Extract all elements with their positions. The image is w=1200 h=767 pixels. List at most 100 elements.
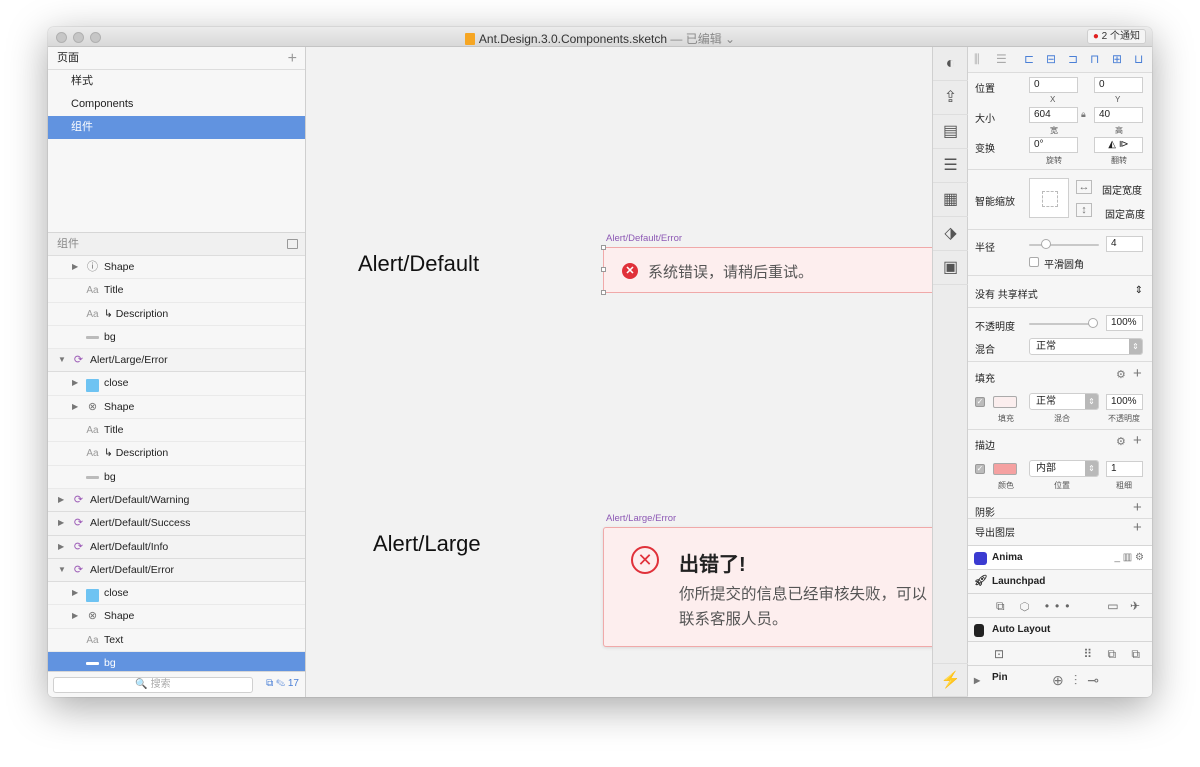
disclosure-closed-icon[interactable]: ▶ [72,588,78,597]
auto-layout-tools[interactable]: ⊡ ⠿ ⧉ ⧉ [968,641,1152,665]
layer-row[interactable]: Aa ↳ Description [48,442,305,466]
disclosure-open-icon[interactable]: ▼ [58,355,66,364]
layer-row[interactable]: bg [48,466,305,489]
launchpad-extra-icons[interactable]: ▭ ✈ [1107,594,1144,618]
align-top-icon[interactable]: ⊓ [1090,52,1099,66]
add-border-icon[interactable]: + [1133,432,1142,449]
pin-controls-icon[interactable]: ⊕⫶⊸ [1052,668,1109,692]
canvas[interactable]: Alert/Default Alert/Large Alert/Default/… [306,47,932,697]
layer-row[interactable]: Aa ↳ Description [48,303,305,326]
layer-row[interactable]: bg [48,326,305,350]
fill-opacity-input[interactable]: 100% [1106,394,1143,410]
border-width-input[interactable]: 1 [1106,461,1143,477]
add-export-icon[interactable]: + [1133,519,1142,536]
disclosure-closed-icon[interactable]: ▶ [58,518,64,527]
radius-slider[interactable] [1029,244,1099,246]
fill-settings-icon[interactable]: ⚙ [1116,368,1126,381]
layer-row[interactable]: Aa Title [48,419,305,443]
height-input[interactable]: 40 [1094,107,1143,123]
symbol-label-default-error[interactable]: Alert/Default/Error [606,233,682,244]
layer-group-row[interactable]: ▶ ⟳ Alert/Default/Info [48,535,305,559]
layer-row[interactable]: ▶ ⊗ Shape [48,605,305,629]
add-image-icon[interactable]: ▣ [933,251,968,285]
disclosure-closed-icon[interactable]: ▶ [72,262,78,271]
page-item[interactable]: Components [48,93,305,116]
resizing-control[interactable] [1029,178,1069,218]
layer-group-row[interactable]: ▶ ⟳ Alert/Default/Warning [48,488,305,513]
layer-row[interactable]: ▶ close [48,372,305,396]
fix-height-icon[interactable]: ↕ [1076,203,1092,217]
opacity-slider-knob[interactable] [1088,318,1098,328]
disclosure-closed-icon[interactable]: ▶ [58,495,64,504]
edited-status[interactable]: — 已编辑 ⌄ [670,32,735,46]
align-right-icon[interactable]: ⊐ [1068,52,1078,66]
collapse-all-icon[interactable] [287,239,298,249]
position-y-input[interactable]: 0 [1094,77,1143,93]
launchpad-tools[interactable]: ⧉ ⬡ ••• ▭ ✈ [968,593,1152,617]
alert-default-error[interactable]: ✕ 系统错误，请稍后重试。 [603,247,932,293]
selection-handle-ml[interactable] [601,267,606,272]
add-shadow-icon[interactable]: + [1133,499,1142,516]
layer-group-row[interactable]: ▶ ⟳ Alert/Default/Success [48,512,305,536]
lightning-icon[interactable]: ⚡ [933,663,968,697]
grid-icon[interactable]: ▦ [933,183,968,217]
page-item[interactable]: 组件 [48,116,305,139]
shared-style-select[interactable]: 没有 共享样式 ⇕ [975,285,1145,301]
align-left-icon[interactable]: ⊏ [1024,52,1034,66]
rotate-input[interactable]: 0° [1029,137,1078,153]
disclosure-closed-icon[interactable]: ▶ [72,378,78,387]
edit-shape-icon[interactable]: ⬗ [933,217,968,251]
lock-icon[interactable]: 🔒︎ [1081,109,1086,120]
page-item[interactable]: 样式 [48,70,305,93]
notifications-badge[interactable]: ● 2 个通知 [1086,29,1146,44]
align-middle-icon[interactable]: ⊞ [1112,52,1122,66]
layer-row[interactable]: ▶ ⊗ Shape [48,396,305,420]
selection-handle-bl[interactable] [601,290,606,295]
fill-blend-select[interactable]: 正常 ⇕ [1029,393,1099,410]
distribute-vertical-icon[interactable]: ☰ [996,52,1007,66]
anima-plugin-row[interactable]: Anima _ ▥ ⚙ [968,545,1152,569]
layer-group-row[interactable]: ▼ ⟳ Alert/Large/Error [48,349,305,373]
layer-search-input[interactable]: 🔍 搜索 [53,677,253,693]
width-input[interactable]: 604 [1029,107,1078,123]
share-icon[interactable]: ⇪ [933,81,968,115]
filter-icons[interactable]: ⧉ ✎ 17 [266,678,299,689]
disclosure-closed-icon[interactable]: ▶ [72,611,78,620]
smooth-corners-checkbox[interactable] [1029,257,1039,267]
add-page-icon[interactable]: + [288,47,297,70]
print-icon[interactable]: ▤ [933,115,968,149]
border-enabled-checkbox[interactable]: ✓ [975,464,985,474]
document-icon[interactable]: ☰ [933,149,968,183]
layer-row[interactable]: ▶ close [48,582,305,606]
flip-buttons[interactable]: ◭ ⧐ [1094,137,1143,153]
fill-enabled-checkbox[interactable]: ✓ [975,397,985,407]
layer-row[interactable]: ▶ ⓘ Shape [48,256,305,280]
fill-color-swatch[interactable] [993,396,1017,408]
auto-layout-layout-icons[interactable]: ⠿ ⧉ ⧉ [1083,642,1146,666]
distribute-horizontal-icon[interactable]: ⫼ [974,52,980,67]
opacity-input[interactable]: 100% [1106,315,1143,331]
align-center-icon[interactable]: ⊟ [1046,52,1056,66]
add-fill-icon[interactable]: + [1133,365,1142,382]
launchpad-plugin-row[interactable]: 🚀︎ Launchpad [968,569,1152,593]
border-color-swatch[interactable] [993,463,1017,475]
anima-controls-icon[interactable]: _ ▥ ⚙ [1114,546,1144,570]
craft-icon[interactable]: ◐ [933,47,968,81]
border-position-select[interactable]: 内部 ⇕ [1029,460,1099,477]
selection-handle-tl[interactable] [601,245,606,250]
layer-row[interactable]: Aa Title [48,279,305,303]
border-settings-icon[interactable]: ⚙ [1116,435,1126,448]
pin-plugin-row[interactable]: ▶ Pin ⊕⫶⊸ [968,665,1152,695]
radius-slider-knob[interactable] [1041,239,1051,249]
disclosure-closed-icon[interactable]: ▶ [58,542,64,551]
position-x-input[interactable]: 0 [1029,77,1078,93]
disclosure-closed-icon[interactable]: ▶ [72,402,78,411]
alert-large-error[interactable]: ✕ 出错了! 你所提交的信息已经审核失败，可以联系客服人员。 [603,527,932,647]
opacity-slider[interactable] [1029,323,1095,325]
symbol-label-large-error[interactable]: Alert/Large/Error [606,513,676,524]
fix-width-icon[interactable]: ↔ [1076,180,1092,194]
radius-input[interactable]: 4 [1106,236,1143,252]
auto-layout-plugin-row[interactable]: Auto Layout [968,617,1152,641]
layer-row[interactable]: Aa Text [48,629,305,653]
layer-group-row[interactable]: ▼ ⟳ Alert/Default/Error [48,558,305,583]
